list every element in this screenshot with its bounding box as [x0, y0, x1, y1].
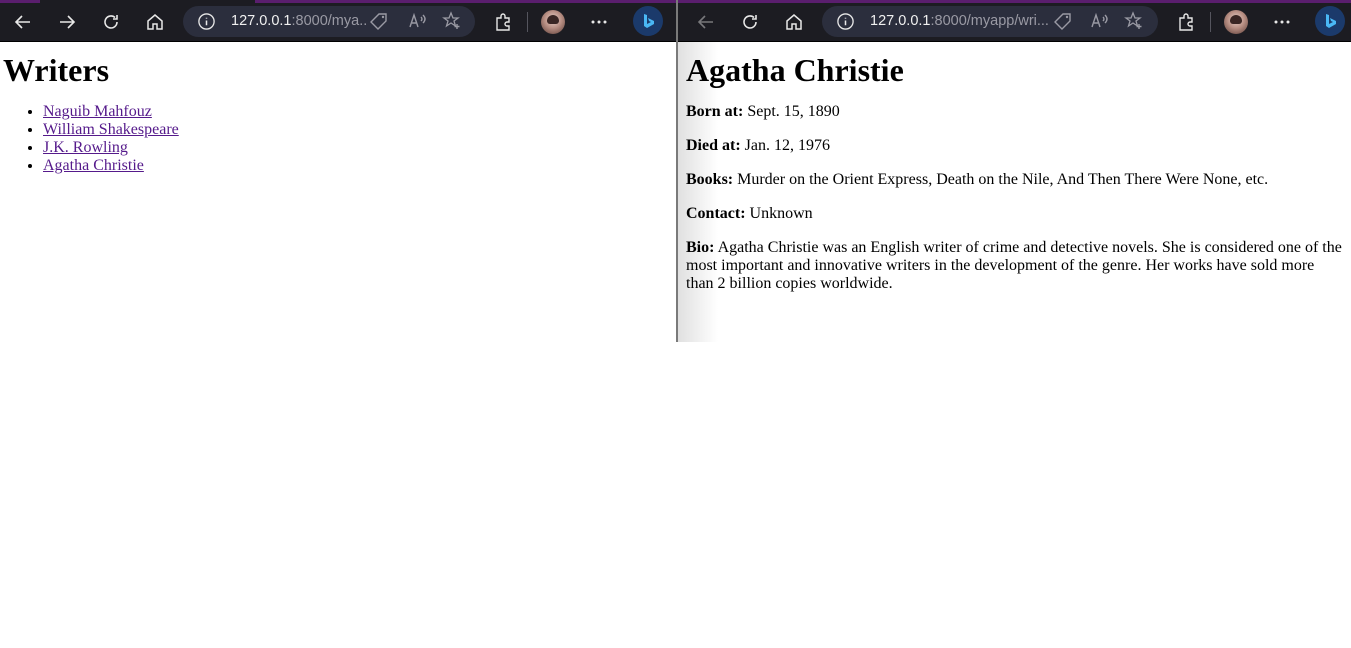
field-value: Unknown — [749, 205, 813, 222]
list-item: Agatha Christie — [43, 157, 673, 175]
tag-icon — [370, 13, 387, 30]
died-field: Died at: Jan. 12, 1976 — [686, 137, 1343, 155]
more-dots-icon — [1274, 20, 1290, 24]
url-text[interactable]: 127.0.0.1:8000/mya... — [231, 13, 366, 29]
writer-link[interactable]: Naguib Mahfouz — [43, 103, 152, 120]
bing-chat-button[interactable] — [633, 6, 663, 36]
read-aloud-icon — [1091, 12, 1108, 28]
url-path: :8000/mya... — [291, 13, 366, 29]
address-bar[interactable]: 127.0.0.1:8000/mya... — [183, 6, 475, 37]
add-favorite-button[interactable] — [1124, 11, 1144, 31]
field-value: Jan. 12, 1976 — [744, 137, 830, 154]
browser-toolbar: 127.0.0.1:8000/mya... — [0, 0, 676, 42]
bio-field: Bio: Agatha Christie was an English writ… — [686, 239, 1343, 293]
refresh-button[interactable] — [736, 8, 764, 36]
browser-toolbar: 127.0.0.1:8000/myapp/wri... — [678, 0, 1351, 42]
read-aloud-button[interactable] — [407, 11, 427, 31]
read-aloud-button[interactable] — [1089, 11, 1109, 31]
bing-icon — [1326, 14, 1336, 28]
site-info-icon[interactable] — [197, 12, 216, 31]
forward-button[interactable] — [53, 8, 81, 36]
site-info-icon[interactable] — [836, 12, 855, 31]
writers-list: Naguib Mahfouz William Shakespeare J.K. … — [3, 103, 673, 175]
right-browser-window: 127.0.0.1:8000/myapp/wri... Agatha Chris… — [678, 0, 1351, 342]
star-plus-icon — [1124, 11, 1142, 29]
puzzle-icon — [1179, 13, 1193, 31]
read-aloud-icon — [409, 12, 426, 28]
extensions-button[interactable] — [1172, 8, 1200, 36]
tag-icon — [1054, 13, 1071, 30]
more-menu-button[interactable] — [585, 8, 613, 36]
puzzle-icon — [496, 13, 510, 31]
tab-accent — [255, 0, 676, 3]
field-label: Born at: — [686, 103, 744, 120]
home-button[interactable] — [141, 8, 169, 36]
list-item: J.K. Rowling — [43, 139, 673, 157]
refresh-icon — [104, 15, 118, 29]
contact-field: Contact: Unknown — [686, 205, 1343, 223]
field-label: Books: — [686, 171, 734, 188]
page-title: Writers — [3, 52, 110, 88]
home-icon — [786, 14, 802, 30]
star-plus-icon — [442, 11, 460, 29]
url-path: :8000/myapp/wri... — [930, 13, 1049, 29]
toolbar-separator — [1210, 12, 1211, 32]
home-button[interactable] — [780, 8, 808, 36]
books-field: Books: Murder on the Orient Express, Dea… — [686, 171, 1343, 189]
refresh-icon — [743, 15, 757, 29]
url-host: 127.0.0.1 — [231, 13, 292, 29]
refresh-button[interactable] — [97, 8, 125, 36]
back-arrow-icon — [697, 15, 713, 29]
address-bar[interactable]: 127.0.0.1:8000/myapp/wri... — [822, 6, 1158, 37]
field-label: Bio: — [686, 239, 715, 256]
more-dots-icon — [591, 20, 607, 24]
back-arrow-icon — [14, 15, 30, 29]
born-field: Born at: Sept. 15, 1890 — [686, 103, 1343, 121]
list-item: Naguib Mahfouz — [43, 103, 673, 121]
profile-avatar[interactable] — [541, 10, 565, 34]
writer-link[interactable]: Agatha Christie — [43, 157, 144, 174]
forward-arrow-icon — [60, 15, 76, 29]
list-item: William Shakespeare — [43, 121, 673, 139]
profile-avatar[interactable] — [1224, 10, 1248, 34]
coupon-button[interactable] — [1053, 11, 1073, 31]
writer-link[interactable]: J.K. Rowling — [43, 139, 128, 156]
bing-chat-button[interactable] — [1315, 6, 1345, 36]
coupon-button[interactable] — [369, 11, 389, 31]
writers-page: Writers Naguib Mahfouz William Shakespea… — [0, 52, 676, 175]
tab-accent — [0, 0, 40, 3]
back-button[interactable] — [692, 8, 720, 36]
extensions-button[interactable] — [489, 8, 517, 36]
page-title: Agatha Christie — [686, 52, 904, 88]
field-value: Murder on the Orient Express, Death on t… — [737, 171, 1269, 188]
add-favorite-button[interactable] — [442, 11, 462, 31]
left-browser-window: 127.0.0.1:8000/mya... Writers Naguib Mah… — [0, 0, 676, 342]
url-text[interactable]: 127.0.0.1:8000/myapp/wri... — [870, 13, 1050, 29]
back-button[interactable] — [9, 8, 37, 36]
more-menu-button[interactable] — [1268, 8, 1296, 36]
url-host: 127.0.0.1 — [870, 13, 931, 29]
field-value: Agatha Christie was an English writer of… — [686, 239, 1342, 292]
bing-icon — [644, 14, 654, 28]
tab-accent — [678, 0, 1351, 3]
writer-detail-page: Agatha Christie Born at: Sept. 15, 1890 … — [678, 52, 1351, 293]
toolbar-separator — [527, 12, 528, 32]
field-label: Died at: — [686, 137, 741, 154]
field-value: Sept. 15, 1890 — [747, 103, 840, 120]
field-label: Contact: — [686, 205, 746, 222]
home-icon — [147, 14, 163, 30]
writer-link[interactable]: William Shakespeare — [43, 121, 179, 138]
